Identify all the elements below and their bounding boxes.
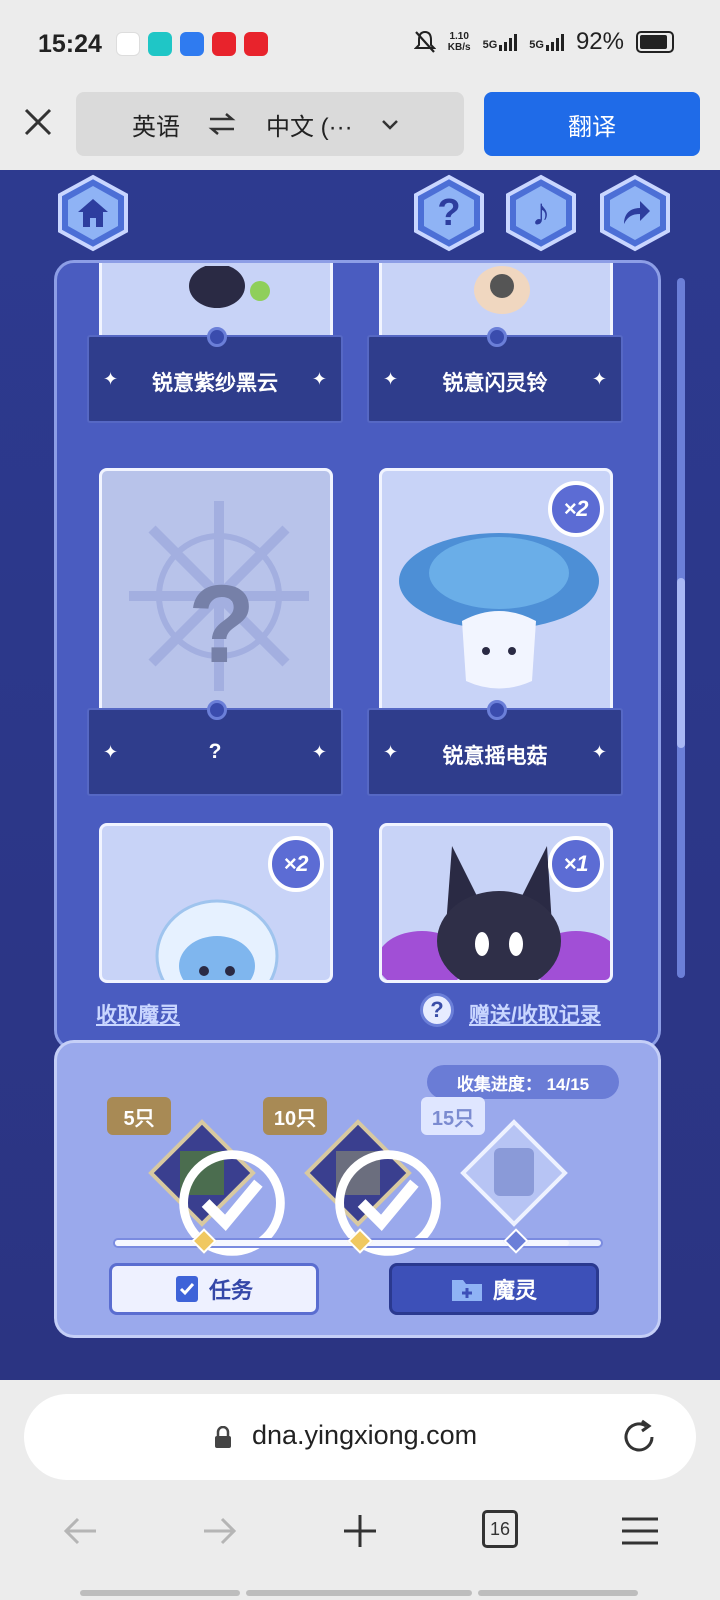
home-icon (78, 199, 108, 227)
spirit-illustration (189, 266, 270, 308)
card-name: 锐意摇电菇 (442, 745, 548, 768)
menu-button[interactable] (615, 1506, 665, 1556)
gesture-bar (246, 1590, 472, 1596)
spirit-card-locked[interactable]: ? ✦ ✦ ? (87, 468, 343, 798)
hamburger-menu-icon (622, 1517, 658, 1545)
chevron-down-icon[interactable] (380, 114, 400, 134)
browser-toolbar: dna.yingxiong.com 16 (0, 1380, 720, 1600)
url-text[interactable]: dna.yingxiong.com (252, 1420, 477, 1451)
signal-icon (499, 33, 518, 51)
net-speed: 1.10 KB/s (447, 31, 471, 53)
mute-icon (413, 30, 436, 53)
battery-icon (636, 31, 674, 53)
count-badge: ×2 (548, 481, 604, 537)
signal-icon (545, 33, 564, 51)
gift-records-link[interactable]: 赠送/收取记录 (469, 999, 601, 1029)
count-badge: ×1 (548, 836, 604, 892)
spirit-tab-label: 魔灵 (492, 1278, 537, 1303)
arrow-left-icon (63, 1517, 96, 1545)
collection-progress: 收集进度： 14/15 (427, 1065, 619, 1099)
spirit-card[interactable]: ×2 ✦ ✦ 锐意摇电菇 (367, 468, 623, 798)
card-name: ? (208, 740, 222, 763)
panel-links: 收取魔灵 ? 赠送/收取记录 (54, 985, 661, 1045)
tabs-button[interactable]: 16 (482, 1510, 518, 1548)
reload-icon[interactable] (620, 1418, 658, 1456)
count-badge: ×2 (268, 836, 324, 892)
translation-bar: 英语 中文 (··· 翻译 (0, 88, 720, 170)
address-bar[interactable]: dna.yingxiong.com (24, 1394, 696, 1480)
shopping-icon (211, 32, 236, 56)
collect-spirits-link[interactable]: 收取魔灵 (96, 999, 180, 1029)
spirit-tab[interactable]: 魔灵 (389, 1263, 599, 1315)
spirit-card[interactable]: ×2 (87, 823, 343, 983)
status-right: 1.10 KB/s 5G 5G 92% (413, 28, 674, 56)
progress-panel: 收集进度： 14/15 5只 10只 15只 任务 魔灵 (54, 1040, 661, 1338)
folder-plus-icon (451, 1280, 482, 1301)
status-bar: 15:24 1.10 KB/s 5G 5G 92% (0, 0, 720, 88)
spirit-card[interactable]: ✦ ✦ 锐意紫纱黑云 (87, 263, 343, 423)
water-spirit-illustration (155, 899, 279, 980)
plus-icon (344, 1515, 376, 1547)
language-selector[interactable]: 英语 中文 (··· (76, 92, 464, 156)
new-tab-button[interactable] (335, 1506, 385, 1556)
share-arrow-icon (624, 201, 650, 224)
help-icon[interactable]: ? (420, 993, 454, 1027)
app-notification-icon (179, 32, 204, 56)
signal-5g-2: 5G (529, 33, 564, 51)
progress-fill (115, 1240, 569, 1246)
swap-icon[interactable] (208, 112, 236, 136)
gesture-bar (478, 1590, 638, 1596)
signal-5g-1: 5G (483, 33, 518, 51)
task-tab-label: 任务 (208, 1278, 253, 1303)
home-button[interactable] (54, 174, 132, 252)
help-button[interactable]: ? (410, 174, 488, 252)
task-tab[interactable]: 任务 (109, 1263, 319, 1315)
back-button[interactable] (55, 1506, 105, 1556)
gesture-bar (80, 1590, 240, 1596)
milestone-tag: 5只 (107, 1097, 171, 1135)
card-name: 锐意紫纱黑云 (152, 372, 278, 395)
game-view: ? ♪ ✦ ✦ 锐意紫纱黑云 ✦ ✦ 锐意闪灵铃 ? ✦ ✦ ? ×2 ✦ ✦ … (0, 170, 720, 1380)
collection-panel[interactable]: ✦ ✦ 锐意紫纱黑云 ✦ ✦ 锐意闪灵铃 ? ✦ ✦ ? ×2 ✦ ✦ 锐意摇电… (54, 260, 661, 1050)
scrollbar[interactable] (677, 278, 685, 978)
document-check-icon (175, 1276, 198, 1302)
target-language[interactable]: 中文 (··· (266, 107, 353, 142)
music-note-icon: ♪ (531, 191, 551, 234)
music-button[interactable]: ♪ (502, 174, 580, 252)
mushroom-spirit-illustration (399, 533, 599, 689)
source-language[interactable]: 英语 (132, 107, 180, 142)
arrow-right-icon (204, 1517, 237, 1545)
milestone-tag: 15只 (421, 1097, 485, 1135)
notification-icons (115, 32, 268, 56)
spirit-illustration (474, 266, 530, 314)
card-name: 锐意闪灵铃 (442, 372, 548, 395)
shopping-icon (243, 32, 268, 56)
clock: 15:24 (38, 29, 102, 58)
battery-percent: 92% (575, 28, 624, 55)
translate-button[interactable]: 翻译 (484, 92, 700, 156)
forward-button[interactable] (195, 1506, 245, 1556)
close-icon[interactable] (20, 104, 56, 140)
spirit-card[interactable]: ×1 (367, 823, 623, 983)
milestone-tag: 10只 (263, 1097, 327, 1135)
spirit-card[interactable]: ✦ ✦ 锐意闪灵铃 (367, 263, 623, 423)
share-button[interactable] (596, 174, 674, 252)
milestone-node (503, 1228, 529, 1254)
scrollbar-thumb[interactable] (677, 578, 685, 748)
question-icon: ? (437, 191, 461, 234)
taptap-icon (147, 32, 172, 56)
unknown-spirit-icon: ? (188, 563, 256, 686)
lock-icon (215, 1426, 231, 1448)
app-notification-icon (115, 32, 140, 56)
